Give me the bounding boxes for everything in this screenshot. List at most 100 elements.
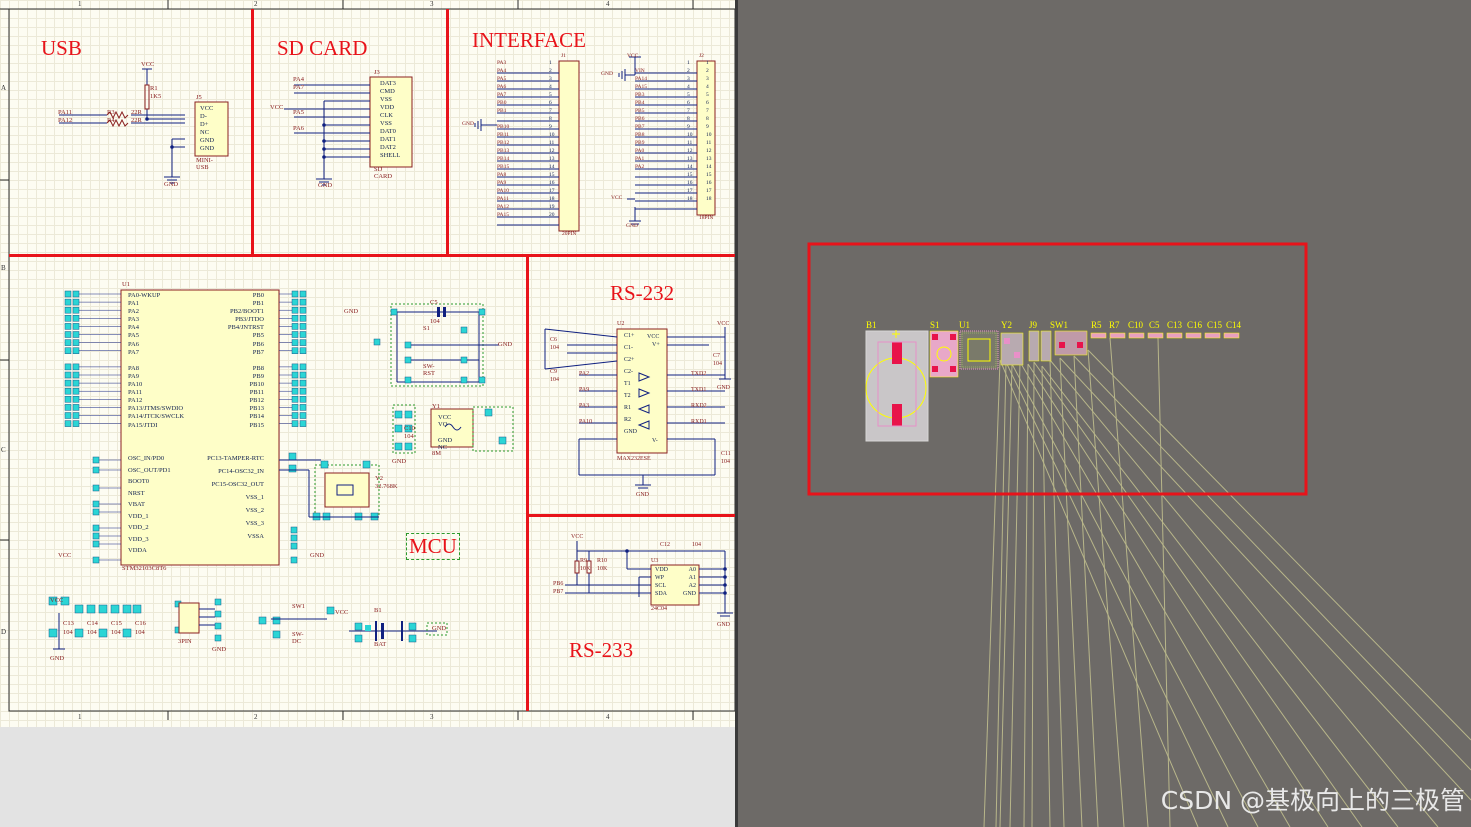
mcu-right-pins: PB0 PB1 PB2/BOOT1 PB3/JTDO PB4/JNTRST PB5 PB6 P… — [196, 292, 264, 431]
ratsnest-line — [1027, 363, 1329, 827]
mcu-right-pin: PB15 — [249, 421, 264, 429]
ratsnest-line — [1109, 337, 1149, 827]
cap-c13-value: 104 — [63, 629, 73, 636]
mcu-net-pad — [64, 404, 72, 411]
ratsnest-line — [999, 363, 1013, 827]
mcu-net-pad — [291, 290, 299, 298]
pcb-smd-part — [1147, 332, 1164, 339]
mcu-net-pad — [291, 420, 299, 427]
usb-circuit[interactable] — [9, 9, 249, 249]
rs232-c7-value: 104 — [713, 361, 722, 367]
mcu-net-pad — [72, 363, 80, 371]
mcu-net-pad — [92, 500, 100, 508]
pcb-y2-footprint[interactable] — [1000, 332, 1024, 366]
pcb-j9-footprint[interactable] — [1028, 330, 1052, 362]
j2-net-label — [635, 197, 647, 205]
mcu-net-pad — [299, 290, 307, 298]
mcu-net-pad — [64, 290, 72, 298]
eeprom-r10: R10 — [597, 558, 608, 564]
pcb-s1-footprint[interactable] — [929, 330, 959, 378]
rs232-c9: C9 — [550, 369, 558, 375]
rs232-net-pa9: PA9 — [579, 387, 590, 393]
u2-pin-vcc: VCC — [647, 334, 660, 340]
ratsnest-line — [1031, 361, 1035, 827]
pcb-smd-part — [1185, 332, 1202, 339]
pcb-sw1-footprint[interactable] — [1054, 330, 1088, 356]
u2-pin-vminus: V- — [652, 438, 658, 444]
mcu-circuit[interactable] — [9, 257, 529, 711]
ratsnest-line — [1073, 355, 1099, 827]
pcb-designator: S1 — [930, 320, 940, 330]
mcu-gnd-label-top: GND — [344, 308, 359, 315]
y1-ref: Y1 — [432, 403, 440, 410]
pcb-b1-footprint[interactable] — [865, 330, 929, 442]
c5-value: 104 — [430, 318, 440, 325]
u2-left-pins: C1+ C1- C2+ C2- T1 T2 R1 R2 GND — [624, 333, 637, 441]
u3-right-pin: A1 — [688, 575, 696, 581]
mcu-net-pad — [291, 404, 299, 411]
eeprom-circuit[interactable] — [529, 517, 735, 712]
sd-pin: SHELL — [380, 152, 401, 159]
c10-ref: C10 — [404, 425, 415, 432]
sw1-name: SW-DC — [292, 631, 304, 645]
mcu-net-pad — [64, 323, 72, 330]
mcu-net-pad — [72, 315, 80, 322]
j2-inner-number: 18 — [706, 196, 712, 202]
j2-net-label — [635, 173, 647, 181]
pcb-designator: C15 — [1207, 320, 1223, 330]
y1-pins-top: VCC VO — [438, 414, 452, 428]
mcu-net-pad — [291, 339, 299, 346]
sd-vcc: VCC — [270, 104, 284, 111]
pcb-smd-part — [1204, 332, 1221, 339]
sd-card-circuit[interactable] — [254, 9, 454, 209]
pcb-designator: C16 — [1187, 320, 1203, 330]
sd-name: SD CARD — [374, 166, 393, 180]
rs232-net-rxd1: RXD1 — [691, 419, 707, 425]
mcu-net-pad — [72, 412, 80, 419]
mcu-net-pad — [299, 387, 307, 395]
u3-left-pins: VDD WP SCL SDA — [655, 567, 668, 599]
mcu-net-pad — [299, 339, 307, 346]
mcu-net-pad — [64, 379, 72, 387]
eeprom-net-pb6: PB6 — [553, 581, 564, 587]
schematic-sheet[interactable]: 1 2 3 4 1 2 3 4 A B C D USB SD CARD INTE… — [0, 0, 735, 727]
mcu-net-pad — [299, 323, 307, 330]
ratsnest-lines — [983, 337, 1471, 827]
sd-gnd: GND — [318, 182, 333, 189]
col-mark-3: 3 — [430, 0, 434, 8]
pcb-u1-footprint[interactable] — [959, 330, 999, 370]
pcb-smd-part — [1223, 332, 1240, 339]
schematic-view[interactable]: 1 2 3 4 1 2 3 4 A B C D USB SD CARD INTE… — [0, 0, 735, 827]
ratsnest-line — [1019, 361, 1291, 827]
usb-vcc-label: VCC — [141, 61, 155, 68]
iface-gnd-bottom: GND — [626, 223, 638, 229]
pcb-designator: C10 — [1128, 320, 1144, 330]
mcu-right-lower-pins: PC13-TAMPER-RTC PC14-OSC32_IN PC15-OSC32_O… — [180, 455, 264, 547]
mcu-net-pad — [291, 298, 299, 306]
j1-pin-number: 20 — [549, 212, 555, 218]
y2-ref: Y2 — [375, 475, 383, 482]
rs232-net-txd1: TXD1 — [691, 387, 707, 393]
eeprom-vcc: VCC — [571, 534, 584, 540]
mcu-net-pad — [72, 306, 80, 314]
mcu-net-pad — [299, 420, 307, 427]
watermark: CSDN @基极向上的三极管 — [1160, 786, 1465, 815]
mcu-net-pad — [64, 363, 72, 371]
cap-c15: C15 — [111, 620, 122, 627]
usb-pin-gnd1: GND — [200, 137, 215, 144]
pcb-designator: C5 — [1149, 320, 1160, 330]
iface-gnd-right: GND — [601, 71, 613, 77]
mcu-net-pad — [92, 524, 100, 532]
pcb-canvas[interactable]: B1 S1 U1 Y2 J9 SW1 R5 R7 C10 C5 C13 C16 C15 C14 — [738, 0, 1471, 827]
cap-c14: C14 — [87, 620, 98, 627]
usb-j5-ref: J5 — [196, 94, 202, 101]
usb-r4-value: 22R — [131, 117, 142, 124]
pcb-smd-parts[interactable] — [1090, 332, 1240, 339]
mcu-net-pad — [64, 371, 72, 379]
cap-c15-value: 104 — [111, 629, 121, 636]
rs232-c6: C6 — [550, 337, 558, 343]
mcu-u1-ref: U1 — [122, 281, 130, 288]
pcb-view[interactable]: B1 S1 U1 Y2 J9 SW1 R5 R7 C10 C5 C13 C16 C15 C14 CSDN … — [738, 0, 1471, 827]
col-mark-1-bottom: 1 — [78, 713, 82, 721]
ratsnest-line — [1049, 359, 1065, 827]
